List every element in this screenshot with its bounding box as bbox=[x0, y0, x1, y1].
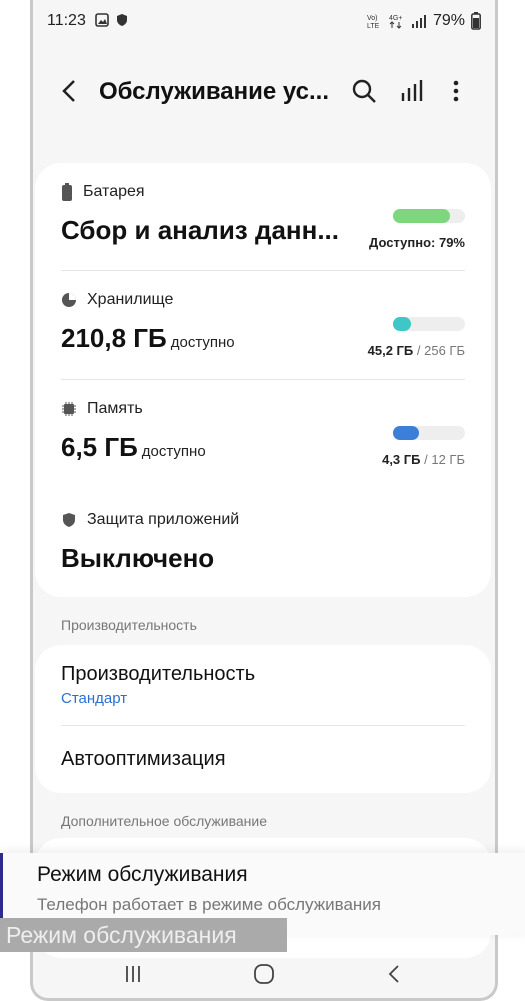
storage-label-text: Хранилище bbox=[87, 291, 174, 308]
performance-item-title: Производительность bbox=[61, 663, 256, 685]
performance-card: Производительность Стандарт Автооптимиза… bbox=[35, 645, 491, 793]
memory-value-number: 6,5 ГБ bbox=[61, 432, 138, 462]
memory-bar bbox=[393, 426, 465, 440]
signal-icon bbox=[411, 15, 426, 28]
status-right: Vo) LTE 4G+ 79% bbox=[367, 12, 481, 30]
memory-used: 4,3 ГБ bbox=[382, 452, 421, 467]
memory-bar-fill bbox=[393, 426, 419, 440]
memory-label: Память bbox=[61, 400, 465, 418]
app-bar: Обслуживание ус... bbox=[33, 64, 495, 120]
divider bbox=[61, 379, 465, 380]
phone-frame: 11:23 Vo) LTE 4G+ 79% Обслуживание ус... … bbox=[30, 0, 498, 1001]
statistics-icon[interactable] bbox=[397, 76, 427, 106]
storage-row[interactable]: Хранилище 210,8 ГБ доступно 45,2 ГБ / 256… bbox=[61, 291, 465, 371]
notification-title: Режим обслуживания bbox=[37, 863, 248, 886]
battery-row[interactable]: Батарея Сбор и анализ данн... Доступно: … bbox=[61, 183, 465, 263]
memory-label-text: Память bbox=[87, 400, 143, 417]
back-arrow-icon[interactable] bbox=[55, 76, 85, 106]
battery-percent: 79% bbox=[432, 12, 465, 29]
navigation-bar bbox=[33, 952, 495, 998]
volte-icon: Vo)LTE bbox=[367, 15, 380, 29]
memory-value-unit: доступно bbox=[141, 443, 206, 460]
svg-text:4G+: 4G+ bbox=[389, 15, 402, 22]
battery-bar-fill bbox=[393, 209, 450, 223]
auto-optimization-title: Автооптимизация bbox=[61, 748, 226, 770]
status-notification-icons bbox=[95, 13, 129, 27]
divider bbox=[61, 725, 465, 726]
memory-total: / 12 ГБ bbox=[424, 452, 465, 467]
app-protection-row[interactable]: Защита приложений Выключено bbox=[61, 511, 465, 581]
notification-text: Телефон работает в режиме обслуживания bbox=[37, 895, 381, 914]
storage-total: / 256 ГБ bbox=[416, 343, 465, 358]
performance-item[interactable]: Производительность Стандарт bbox=[61, 663, 465, 707]
battery-label: Батарея bbox=[61, 183, 465, 201]
battery-icon bbox=[471, 12, 481, 30]
memory-chip-icon bbox=[62, 402, 76, 416]
memory-meta: 4,3 ГБ / 12 ГБ bbox=[382, 452, 465, 467]
recent-apps-icon[interactable] bbox=[121, 962, 145, 986]
battery-label-text: Батарея bbox=[83, 183, 145, 200]
storage-used: 45,2 ГБ bbox=[367, 343, 414, 358]
page-title: Обслуживание ус... bbox=[99, 78, 330, 105]
memory-row[interactable]: Память 6,5 ГБ доступно 4,3 ГБ / 12 ГБ bbox=[61, 400, 465, 480]
status-card: Батарея Сбор и анализ данн... Доступно: … bbox=[35, 163, 491, 597]
storage-label: Хранилище bbox=[61, 291, 465, 309]
storage-meta: 45,2 ГБ / 256 ГБ bbox=[368, 343, 465, 358]
storage-bar-fill bbox=[393, 317, 411, 331]
4g-icon: 4G+ bbox=[389, 15, 402, 29]
battery-meta: Доступно: 79% bbox=[369, 235, 465, 250]
battery-small-icon bbox=[62, 183, 72, 201]
back-nav-icon[interactable] bbox=[383, 962, 407, 986]
shield-status-icon bbox=[117, 14, 127, 26]
auto-optimization-item[interactable]: Автооптимизация bbox=[61, 748, 465, 771]
storage-value-unit: доступно bbox=[170, 334, 235, 351]
status-time: 11:23 bbox=[47, 12, 86, 29]
svg-text:LTE: LTE bbox=[367, 23, 380, 29]
status-bar: 11:23 Vo) LTE 4G+ 79% bbox=[33, 0, 495, 44]
app-protection-label-text: Защита приложений bbox=[87, 511, 240, 528]
more-options-icon[interactable] bbox=[441, 76, 471, 106]
gallery-icon bbox=[95, 13, 109, 27]
shield-icon bbox=[63, 513, 75, 527]
home-icon[interactable] bbox=[252, 962, 276, 986]
app-protection-label: Защита приложений bbox=[61, 511, 465, 529]
storage-value-number: 210,8 ГБ bbox=[61, 323, 167, 353]
battery-bar bbox=[393, 209, 465, 223]
performance-item-subtitle: Стандарт bbox=[61, 690, 128, 707]
svg-text:Vo): Vo) bbox=[367, 15, 378, 22]
search-icon[interactable] bbox=[349, 76, 379, 106]
section-performance-header: Производительность bbox=[61, 617, 197, 633]
section-additional-header: Дополнительное обслуживание bbox=[61, 813, 268, 829]
maintenance-mode-caption: Режим обслуживания bbox=[0, 918, 287, 952]
storage-bar bbox=[393, 317, 465, 331]
divider bbox=[61, 270, 465, 271]
pie-chart-icon bbox=[62, 293, 76, 307]
app-protection-value: Выключено bbox=[61, 543, 215, 573]
